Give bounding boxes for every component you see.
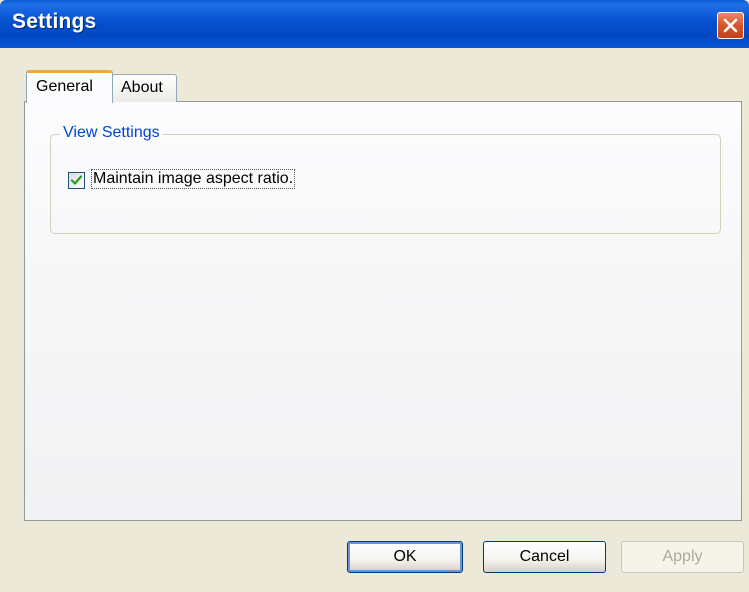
close-icon [723, 18, 738, 33]
apply-button[interactable]: Apply [621, 541, 744, 573]
cancel-button[interactable]: Cancel [483, 541, 606, 573]
close-button[interactable] [717, 12, 744, 39]
maintain-aspect-checkbox[interactable] [68, 172, 85, 189]
title-bar[interactable]: Settings [0, 0, 749, 48]
ok-button[interactable]: OK [347, 541, 463, 573]
tab-about[interactable]: About [112, 74, 177, 102]
checkmark-icon [70, 175, 83, 185]
tab-about-label: About [121, 79, 163, 96]
tab-general-label: General [36, 78, 93, 95]
tab-general[interactable]: General [26, 70, 113, 103]
maintain-aspect-label[interactable]: Maintain image aspect ratio. [90, 169, 296, 189]
view-settings-legend: View Settings [60, 124, 163, 142]
window-title: Settings [12, 10, 97, 33]
settings-dialog: Settings General About View Settings Mai… [0, 0, 749, 592]
